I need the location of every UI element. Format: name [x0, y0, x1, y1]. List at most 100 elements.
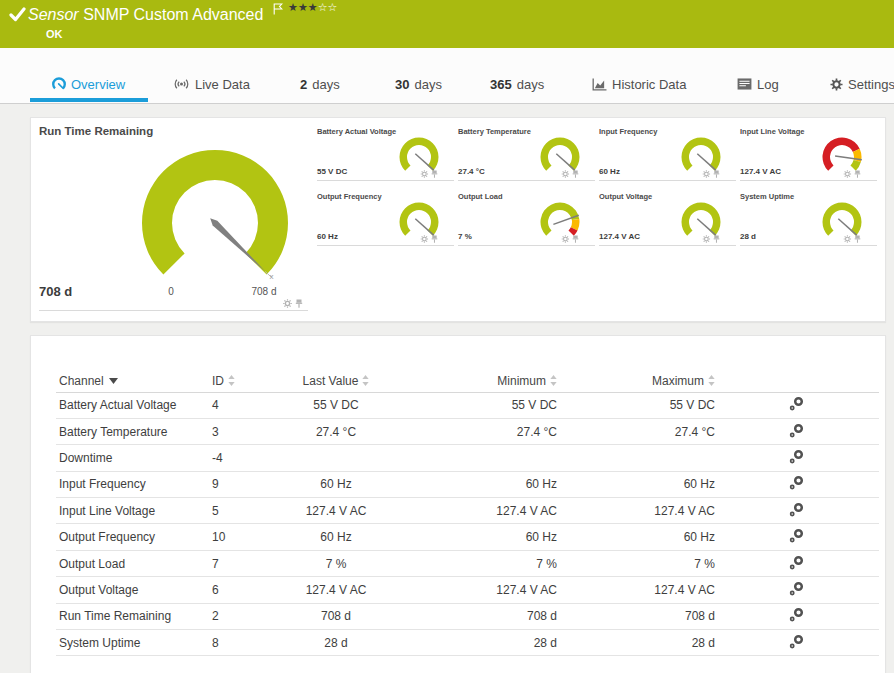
channel-name[interactable]: Downtime — [56, 445, 209, 471]
column-header-id[interactable]: ID — [209, 372, 271, 392]
gauge-title: Output Voltage — [599, 192, 652, 201]
channel-name[interactable]: Output Voltage — [56, 577, 209, 603]
channel-minimum: 127.4 V AC — [401, 577, 557, 603]
tab-number: 365 — [490, 77, 512, 92]
gauge-pin-icon[interactable] — [572, 235, 579, 243]
gauge-pin-icon[interactable] — [431, 170, 438, 178]
tab-label: days — [312, 77, 339, 92]
gauge-settings-gear-icon[interactable] — [702, 170, 710, 178]
tab-number: 2 — [300, 77, 307, 92]
channel-settings-icon[interactable] — [789, 528, 805, 543]
channel-maximum: 127.4 V AC — [557, 577, 715, 603]
gauge-pin-icon[interactable] — [295, 299, 303, 308]
channel-settings-icon[interactable] — [789, 502, 805, 517]
gauge-pin-icon[interactable] — [854, 170, 861, 178]
column-header-maximum[interactable]: Maximum — [557, 372, 715, 392]
table-row[interactable]: Input Line Voltage5127.4 V AC127.4 V AC1… — [56, 498, 879, 524]
channel-name[interactable]: Battery Actual Voltage — [56, 392, 209, 418]
gauge-settings-gear-icon[interactable] — [420, 170, 428, 178]
tab-2-days[interactable]: 2 days — [300, 74, 340, 94]
gauge-settings-gear-icon[interactable] — [283, 299, 292, 308]
channel-minimum: 708 d — [401, 603, 557, 629]
channel-settings-icon[interactable] — [789, 449, 805, 464]
channel-last-value: 28 d — [271, 630, 401, 656]
gauge-cell-battery-actual-voltage[interactable]: Battery Actual Voltage 55 V DC — [317, 123, 454, 181]
channel-settings-icon[interactable] — [789, 607, 805, 622]
gauges-panel: Run Time Remaining x 708 d 0 708 d Batte… — [30, 117, 886, 322]
table-row[interactable]: System Uptime828 d28 d28 d — [56, 630, 879, 656]
gauge-settings-gear-icon[interactable] — [561, 170, 569, 178]
priority-stars[interactable]: ★★★☆☆ — [288, 1, 337, 14]
gauge-value: 60 Hz — [317, 232, 338, 241]
gauge-settings-gear-icon[interactable] — [561, 235, 569, 243]
channel-maximum: 27.4 °C — [557, 418, 715, 444]
table-row[interactable]: Output Load77 %7 %7 % — [56, 550, 879, 576]
gauge-cell-battery-temperature[interactable]: Battery Temperature 27.4 °C — [458, 123, 595, 181]
gauge-pin-icon[interactable] — [572, 170, 579, 178]
gauge-pin-icon[interactable] — [431, 235, 438, 243]
tab-label: days — [414, 77, 441, 92]
tab-label: Settings — [848, 77, 894, 92]
tab-overview[interactable]: Overview — [52, 74, 125, 94]
table-row[interactable]: Output Frequency1060 Hz60 Hz60 Hz — [56, 524, 879, 550]
gauge-title: Battery Temperature — [458, 127, 531, 136]
tab-log[interactable]: Log — [737, 74, 779, 94]
tab-historic-data[interactable]: Historic Data — [592, 74, 686, 94]
channel-name[interactable]: System Uptime — [56, 630, 209, 656]
gauge-pin-icon[interactable] — [713, 170, 720, 178]
channel-id: 3 — [209, 418, 271, 444]
channel-name[interactable]: Input Frequency — [56, 471, 209, 497]
channel-settings-icon[interactable] — [789, 423, 805, 438]
tab-label: Live Data — [195, 77, 250, 92]
gauge-scale-max: 708 d — [239, 286, 289, 297]
gauge-pin-icon[interactable] — [854, 235, 861, 243]
gauge-settings-gear-icon[interactable] — [843, 235, 851, 243]
channel-settings-icon[interactable] — [789, 581, 805, 596]
table-row[interactable]: Output Voltage6127.4 V AC127.4 V AC127.4… — [56, 577, 879, 603]
channel-minimum — [401, 445, 557, 471]
gauge-cell-output-frequency[interactable]: Output Frequency 60 Hz — [317, 188, 454, 246]
gauge-pin-icon[interactable] — [713, 235, 720, 243]
channel-name[interactable]: Battery Temperature — [56, 418, 209, 444]
gauge-value: 127.4 V AC — [740, 167, 781, 176]
table-row[interactable]: Battery Temperature327.4 °C27.4 °C27.4 °… — [56, 418, 879, 444]
channel-settings-icon[interactable] — [789, 555, 805, 570]
gauge-value: 27.4 °C — [458, 167, 485, 176]
gauge-cell-system-uptime[interactable]: System Uptime 28 d — [740, 188, 877, 246]
flag-icon[interactable] — [273, 3, 283, 15]
channel-name[interactable]: Output Frequency — [56, 524, 209, 550]
sort-icon — [362, 375, 369, 386]
sort-icon — [228, 375, 235, 386]
channel-settings-icon[interactable] — [789, 634, 805, 649]
channel-last-value: 55 V DC — [271, 392, 401, 418]
table-row[interactable]: Battery Actual Voltage455 V DC55 V DC55 … — [56, 392, 879, 418]
tab-bar: Overview Live Data 2days 30days 365days … — [0, 48, 894, 104]
gauge-settings-gear-icon[interactable] — [702, 235, 710, 243]
gauge-settings-gear-icon[interactable] — [420, 235, 428, 243]
table-row[interactable]: Input Frequency960 Hz60 Hz60 Hz — [56, 471, 879, 497]
gauge-settings-gear-icon[interactable] — [843, 170, 851, 178]
gauge-cell-output-load[interactable]: Output Load 7 % — [458, 188, 595, 246]
gauge-title: Input Line Voltage — [740, 127, 804, 136]
tab-365-days[interactable]: 365days — [490, 74, 544, 94]
tab-settings[interactable]: Settings — [830, 74, 894, 94]
channel-settings-icon[interactable] — [789, 396, 805, 411]
column-header-minimum[interactable]: Minimum — [401, 372, 557, 392]
channel-name[interactable]: Input Line Voltage — [56, 498, 209, 524]
table-row[interactable]: Downtime-4 — [56, 445, 879, 471]
tab-live-data[interactable]: Live Data — [173, 74, 250, 94]
channel-settings-icon[interactable] — [789, 475, 805, 490]
column-header-last-value[interactable]: Last Value — [271, 372, 401, 392]
gauge-cell-run-time-remaining[interactable]: Run Time Remaining x 708 d 0 708 d — [31, 118, 311, 321]
channel-name[interactable]: Run Time Remaining — [56, 603, 209, 629]
table-row[interactable]: Run Time Remaining2708 d708 d708 d — [56, 603, 879, 629]
gauge-cell-input-line-voltage[interactable]: Input Line Voltage 127.4 V AC — [740, 123, 877, 181]
gauge-cell-input-frequency[interactable]: Input Frequency 60 Hz — [599, 123, 736, 181]
gauge-cell-output-voltage[interactable]: Output Voltage 127.4 V AC — [599, 188, 736, 246]
column-header-channel[interactable]: Channel — [56, 372, 209, 392]
channel-maximum: 7 % — [557, 550, 715, 576]
tab-30-days[interactable]: 30days — [395, 74, 442, 94]
page-title: Sensor SNMP Custom Advanced — [28, 6, 263, 24]
sort-icon — [550, 375, 557, 386]
channel-name[interactable]: Output Load — [56, 550, 209, 576]
